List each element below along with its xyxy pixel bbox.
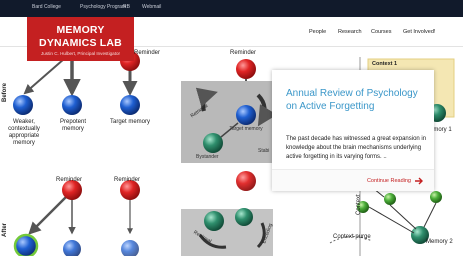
- nav-item-get-involved[interactable]: Get Involved!: [403, 29, 435, 35]
- label-memory-2: Memory 2: [426, 239, 453, 245]
- logo-subtitle: Justin C. Hulbert, Principal Investigato…: [40, 51, 121, 56]
- label-stabilize: Stabi: [258, 148, 270, 154]
- label-context-1: Context 1: [372, 61, 398, 67]
- card-footer: Continue Reading: [272, 169, 434, 191]
- target-label-weaker: Weaker, contextually appropriate memory: [8, 119, 40, 146]
- reminder-label-mid: Reminder: [230, 50, 257, 56]
- row-label-before: Before: [2, 82, 8, 102]
- lab-logo[interactable]: MEMORY DYNAMICS LAB Justin C. Hulbert, P…: [27, 17, 134, 61]
- card-excerpt: The past decade has witnessed a great ex…: [286, 136, 427, 160]
- arrow-right-icon[interactable]: [412, 174, 426, 188]
- nav-item-research[interactable]: Research: [338, 29, 362, 35]
- featured-article-card: Annual Review of Psychology on Active Fo…: [272, 70, 434, 191]
- reminder-label-after-left: Reminder: [56, 177, 83, 183]
- row-label-after: After: [2, 222, 8, 237]
- utility-bar: Bard College Psychology Program RB Webma…: [0, 0, 463, 17]
- target-label-target: Target memory: [110, 119, 151, 125]
- label-context-purge: Context purge: [333, 234, 371, 240]
- reminder-label-after-right: Reminder: [114, 177, 141, 183]
- nav-item-courses[interactable]: Courses: [371, 29, 391, 35]
- logo-line-1: MEMORY: [56, 24, 105, 36]
- target-label-prepotent: Prepotent memory: [59, 119, 87, 132]
- label-target-memory: Target memory: [229, 126, 263, 132]
- utility-link-webmail[interactable]: Webmail: [142, 4, 161, 10]
- nav-item-people[interactable]: People: [309, 29, 326, 35]
- card-title[interactable]: Annual Review of Psychology on Active Fo…: [286, 88, 426, 114]
- label-bystander: Bystander: [196, 154, 219, 160]
- label-context-side: Context: [356, 194, 362, 215]
- utility-link-rb[interactable]: RB: [123, 4, 130, 10]
- utility-link-psychology-program[interactable]: Psychology Program: [80, 4, 126, 10]
- page: Bard College Psychology Program RB Webma…: [0, 0, 463, 256]
- reminder-label-before-right: Reminder: [134, 50, 161, 56]
- continue-reading-link[interactable]: Continue Reading: [333, 178, 411, 184]
- logo-line-2: DYNAMICS LAB: [39, 37, 122, 49]
- utility-link-bard-college[interactable]: Bard College: [32, 4, 61, 10]
